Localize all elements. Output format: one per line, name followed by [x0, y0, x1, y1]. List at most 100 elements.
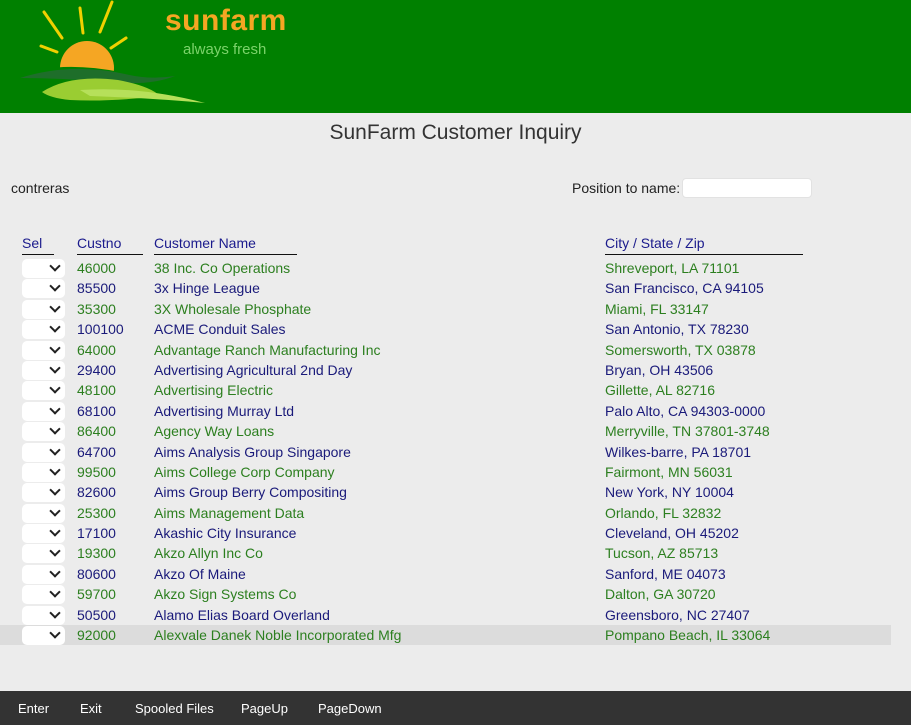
position-to-name-input[interactable]: [682, 178, 812, 198]
chevron-down-icon: [49, 341, 61, 354]
city-cell: Miami, FL 33147: [605, 300, 709, 317]
selection-dropdown[interactable]: [22, 422, 65, 442]
custno-cell: 68100: [77, 402, 116, 419]
city-cell: Pompano Beach, IL 33064: [605, 627, 771, 644]
selection-dropdown[interactable]: [22, 259, 65, 278]
city-cell: Greensboro, NC 27407: [605, 606, 750, 623]
column-header-city-state-zip: City / State / Zip: [605, 235, 803, 255]
chevron-down-icon: [49, 566, 61, 578]
table-row: 59700 Akzo Sign Systems Co Dalton, GA 30…: [0, 584, 891, 605]
chevron-down-icon: [49, 382, 61, 395]
page-down-button[interactable]: PageDown: [318, 701, 382, 716]
page-title: SunFarm Customer Inquiry: [329, 121, 582, 144]
chevron-down-icon: [49, 260, 61, 272]
selection-dropdown[interactable]: [22, 564, 65, 584]
customer-name-cell: ACME Conduit Sales: [154, 321, 286, 338]
customer-name-cell: Advertising Agricultural 2nd Day: [154, 361, 353, 378]
selection-dropdown[interactable]: [22, 401, 65, 421]
custno-cell: 29400: [77, 361, 116, 378]
city-cell: Palo Alto, CA 94303-0000: [605, 402, 766, 419]
custno-cell: 100100: [77, 321, 124, 338]
table-row: 17100 Akashic City Insurance Cleveland, …: [0, 523, 891, 544]
custno-cell: 99500: [77, 463, 116, 480]
function-key-bar: Enter Exit Spooled Files PageUp PageDown: [0, 691, 911, 725]
customer-name-cell: 38 Inc. Co Operations: [154, 260, 291, 276]
app-header: sunfarm always fresh: [0, 0, 911, 113]
selection-dropdown[interactable]: [22, 320, 65, 340]
chevron-down-icon: [49, 423, 61, 435]
chevron-down-icon: [49, 280, 61, 293]
city-cell: Gillette, AL 82716: [605, 382, 716, 399]
selection-dropdown[interactable]: [22, 340, 65, 360]
table-row: 29400 Advertising Agricultural 2nd Day B…: [0, 360, 891, 380]
chevron-down-icon: [49, 484, 61, 496]
selection-dropdown[interactable]: [22, 626, 65, 646]
custno-cell: 82600: [77, 484, 116, 501]
customer-list: 46000 38 Inc. Co Operations Shreveport, …: [0, 258, 911, 646]
table-row-highlighted: 92000 Alexvale Danek Noble Incorporated …: [0, 625, 891, 646]
table-row: 50500 Alamo Elias Board Overland Greensb…: [0, 605, 891, 625]
chevron-down-icon: [49, 586, 61, 598]
custno-cell: 25300: [77, 504, 116, 521]
customer-name-cell: Agency Way Loans: [154, 423, 275, 440]
selection-dropdown[interactable]: [22, 503, 65, 523]
custno-cell: 64000: [77, 341, 116, 358]
city-cell: Shreveport, LA 71101: [605, 260, 740, 276]
selection-dropdown[interactable]: [22, 462, 65, 482]
custno-cell: 19300: [77, 545, 116, 562]
city-cell: Somersworth, TX 03878: [605, 341, 756, 358]
exit-button[interactable]: Exit: [80, 701, 102, 716]
brand-tagline: always fresh: [183, 41, 267, 58]
city-cell: Tucson, AZ 85713: [605, 545, 719, 562]
selection-dropdown[interactable]: [22, 299, 65, 319]
customer-name-cell: Aims Group Berry Compositing: [154, 484, 347, 501]
city-cell: Dalton, GA 30720: [605, 586, 716, 603]
chevron-down-icon: [49, 362, 61, 374]
city-cell: Fairmont, MN 56031: [605, 463, 733, 480]
customer-name-cell: Alexvale Danek Noble Incorporated Mfg: [154, 627, 402, 644]
selection-dropdown[interactable]: [22, 483, 65, 503]
selection-dropdown[interactable]: [22, 605, 65, 625]
custno-cell: 64700: [77, 443, 116, 460]
custno-cell: 46000: [77, 260, 116, 276]
city-cell: New York, NY 10004: [605, 484, 734, 501]
custno-cell: 50500: [77, 606, 116, 623]
table-row: 86400 Agency Way Loans Merryville, TN 37…: [0, 421, 891, 442]
spooled-files-button[interactable]: Spooled Files: [135, 701, 214, 716]
selection-dropdown[interactable]: [22, 585, 65, 605]
table-row: 25300 Aims Management Data Orlando, FL 3…: [0, 503, 891, 523]
customer-name-cell: Akzo Allyn Inc Co: [154, 545, 263, 562]
selection-dropdown[interactable]: [22, 524, 65, 544]
selection-dropdown[interactable]: [22, 442, 65, 462]
chevron-down-icon: [49, 505, 61, 517]
customer-name-cell: Advantage Ranch Manufacturing Inc: [154, 341, 381, 358]
brand-name: sunfarm: [165, 4, 287, 37]
chevron-down-icon: [49, 443, 61, 456]
customer-name-cell: Advertising Electric: [154, 382, 274, 399]
table-row: 19300 Akzo Allyn Inc Co Tucson, AZ 85713: [0, 543, 891, 564]
chevron-down-icon: [49, 606, 61, 619]
customer-name-cell: Aims College Corp Company: [154, 463, 335, 480]
enter-button[interactable]: Enter: [18, 701, 49, 716]
chevron-down-icon: [49, 403, 61, 415]
page-up-button[interactable]: PageUp: [241, 701, 288, 716]
column-header-sel: Sel: [22, 235, 54, 255]
selection-dropdown[interactable]: [22, 360, 65, 380]
custno-cell: 17100: [77, 525, 116, 542]
table-row: 46000 38 Inc. Co Operations Shreveport, …: [0, 258, 891, 278]
custno-cell: 80600: [77, 565, 116, 582]
selection-dropdown[interactable]: [22, 381, 65, 401]
customer-name-cell: Alamo Elias Board Overland: [154, 606, 330, 623]
custno-cell: 86400: [77, 423, 116, 440]
table-row: 68100 Advertising Murray Ltd Palo Alto, …: [0, 401, 891, 421]
custno-cell: 48100: [77, 382, 116, 399]
custno-cell: 35300: [77, 300, 116, 317]
selection-dropdown[interactable]: [22, 279, 65, 299]
selection-dropdown[interactable]: [22, 544, 65, 564]
customer-name-cell: Aims Analysis Group Singapore: [154, 443, 351, 460]
table-row: 100100 ACME Conduit Sales San Antonio, T…: [0, 319, 891, 340]
custno-cell: 85500: [77, 280, 116, 297]
city-cell: Sanford, ME 04073: [605, 565, 726, 582]
chevron-down-icon: [49, 525, 61, 537]
city-cell: San Francisco, CA 94105: [605, 280, 764, 297]
